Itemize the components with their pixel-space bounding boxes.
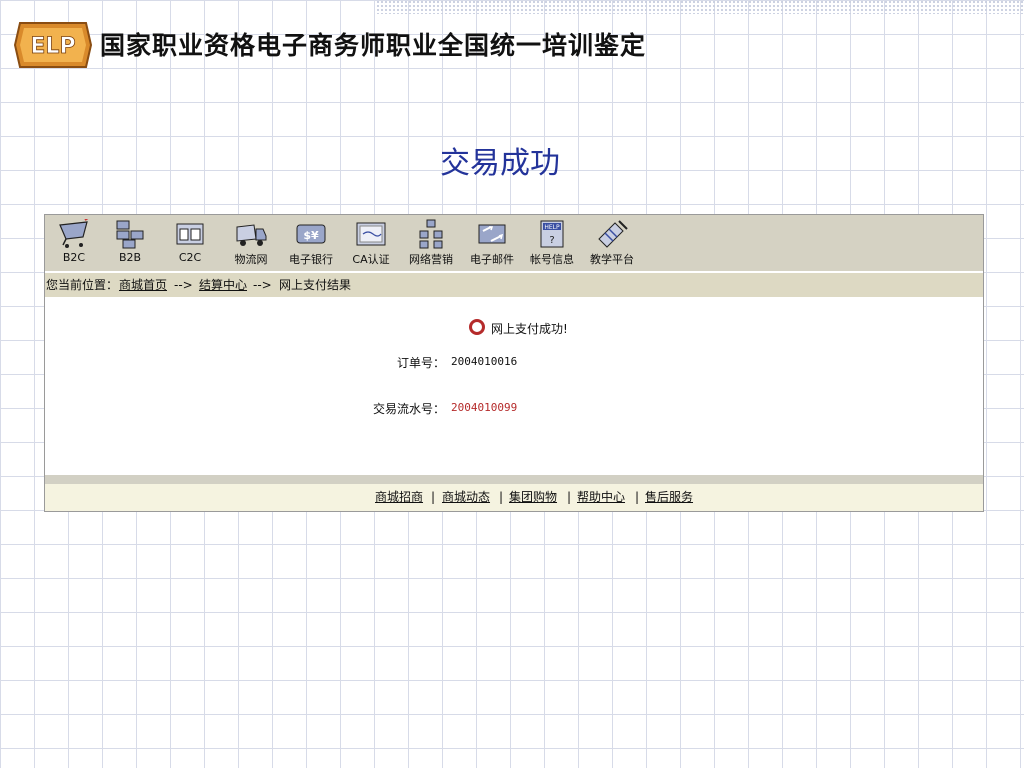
payment-result-panel: 网上支付成功! 订单号： 2004010016 交易流水号： 200401009… — [45, 297, 983, 473]
toolbar-item-label: 物流网 — [234, 253, 268, 266]
svg-text:?: ? — [549, 235, 554, 246]
toolbar-item-label: 网络营销 — [409, 253, 453, 266]
footer-link-service[interactable]: 售后服务 — [645, 484, 693, 511]
toolbar-item-b2b[interactable]: B2B — [101, 219, 159, 269]
svg-text:HELP: HELP — [544, 224, 560, 231]
toolbar-item-ca[interactable]: CA认证 — [342, 219, 400, 269]
shopping-cart-icon — [59, 219, 89, 248]
breadcrumb: 您当前位置： 商城首页 --> 结算中心 --> 网上支付结果 — [45, 273, 983, 297]
order-number-label: 订单号： — [396, 356, 445, 370]
breadcrumb-arrow: --> — [174, 278, 193, 292]
footer-link-merchants[interactable]: 商城招商 — [375, 484, 423, 511]
folders-icon — [176, 223, 204, 245]
footer-separator: | — [499, 490, 504, 504]
teaching-tools-icon — [598, 220, 628, 248]
toolbar: B2C B2B C2C 物流网 $¥ 电子银行 CA认证 网络营销 电子邮件 H… — [45, 215, 983, 271]
toolbar-item-label: B2C — [62, 251, 86, 264]
mail-exchange-icon — [478, 224, 506, 244]
footer-separator: | — [567, 490, 572, 504]
breadcrumb-arrow: --> — [253, 278, 272, 292]
toolbar-item-email[interactable]: 电子邮件 — [463, 219, 521, 269]
toolbar-item-marketing[interactable]: 网络营销 — [402, 219, 460, 269]
toolbar-item-teaching[interactable]: 教学平台 — [583, 219, 641, 269]
footer-link-group-buy[interactable]: 集团购物 — [509, 484, 557, 511]
help-document-icon: HELP ? — [540, 220, 564, 248]
footer-link-help[interactable]: 帮助中心 — [577, 484, 625, 511]
toolbar-item-label: 电子银行 — [289, 253, 333, 266]
breadcrumb-prefix: 您当前位置： — [46, 278, 119, 292]
certificate-icon — [356, 222, 386, 246]
toolbar-item-label: B2B — [118, 251, 142, 264]
money-card-icon: $¥ — [296, 224, 326, 244]
success-message: 网上支付成功! — [469, 319, 568, 337]
success-bullet-icon — [469, 319, 485, 335]
page-headline: 交易成功 — [440, 146, 560, 181]
transaction-number-value: 2004010099 — [451, 401, 518, 414]
toolbar-item-c2c[interactable]: C2C — [161, 219, 219, 269]
toolbar-item-label: CA认证 — [352, 253, 390, 266]
toolbar-item-b2c[interactable]: B2C — [45, 219, 103, 269]
truck-icon — [236, 224, 267, 246]
svg-text:$¥: $¥ — [303, 229, 319, 242]
toolbar-item-account[interactable]: HELP ? 帐号信息 — [523, 219, 581, 269]
footer-links: 商城招商 | 商城动态 | 集团购物 | 帮助中心 | 售后服务 — [45, 484, 983, 511]
decorative-dotted-band — [376, 0, 1024, 14]
org-chart-icon — [419, 219, 443, 249]
transaction-number-label: 交易流水号： — [372, 402, 445, 416]
breadcrumb-checkout-link[interactable]: 结算中心 — [199, 273, 247, 297]
network-blocks-icon — [116, 220, 144, 249]
success-text: 网上支付成功! — [491, 322, 568, 336]
toolbar-item-logistics[interactable]: 物流网 — [222, 219, 280, 269]
divider — [45, 475, 983, 484]
toolbar-item-label: 电子邮件 — [470, 253, 514, 266]
footer-separator: | — [635, 490, 640, 504]
breadcrumb-home-link[interactable]: 商城首页 — [119, 273, 167, 297]
toolbar-item-ebank[interactable]: $¥ 电子银行 — [282, 219, 340, 269]
app-screenshot: B2C B2B C2C 物流网 $¥ 电子银行 CA认证 网络营销 电子邮件 H… — [44, 214, 984, 512]
slide-title: 国家职业资格电子商务师职业全国统一培训鉴定 — [100, 31, 647, 60]
breadcrumb-current: 网上支付结果 — [279, 278, 352, 292]
svg-text:ELP: ELP — [30, 34, 75, 59]
toolbar-item-label: 帐号信息 — [530, 253, 574, 266]
elp-logo: ELP — [14, 22, 92, 68]
toolbar-item-label: 教学平台 — [590, 253, 634, 266]
order-number-value: 2004010016 — [451, 355, 518, 368]
footer-separator: | — [431, 490, 436, 504]
toolbar-item-label: C2C — [178, 251, 202, 264]
footer-link-news[interactable]: 商城动态 — [442, 484, 490, 511]
